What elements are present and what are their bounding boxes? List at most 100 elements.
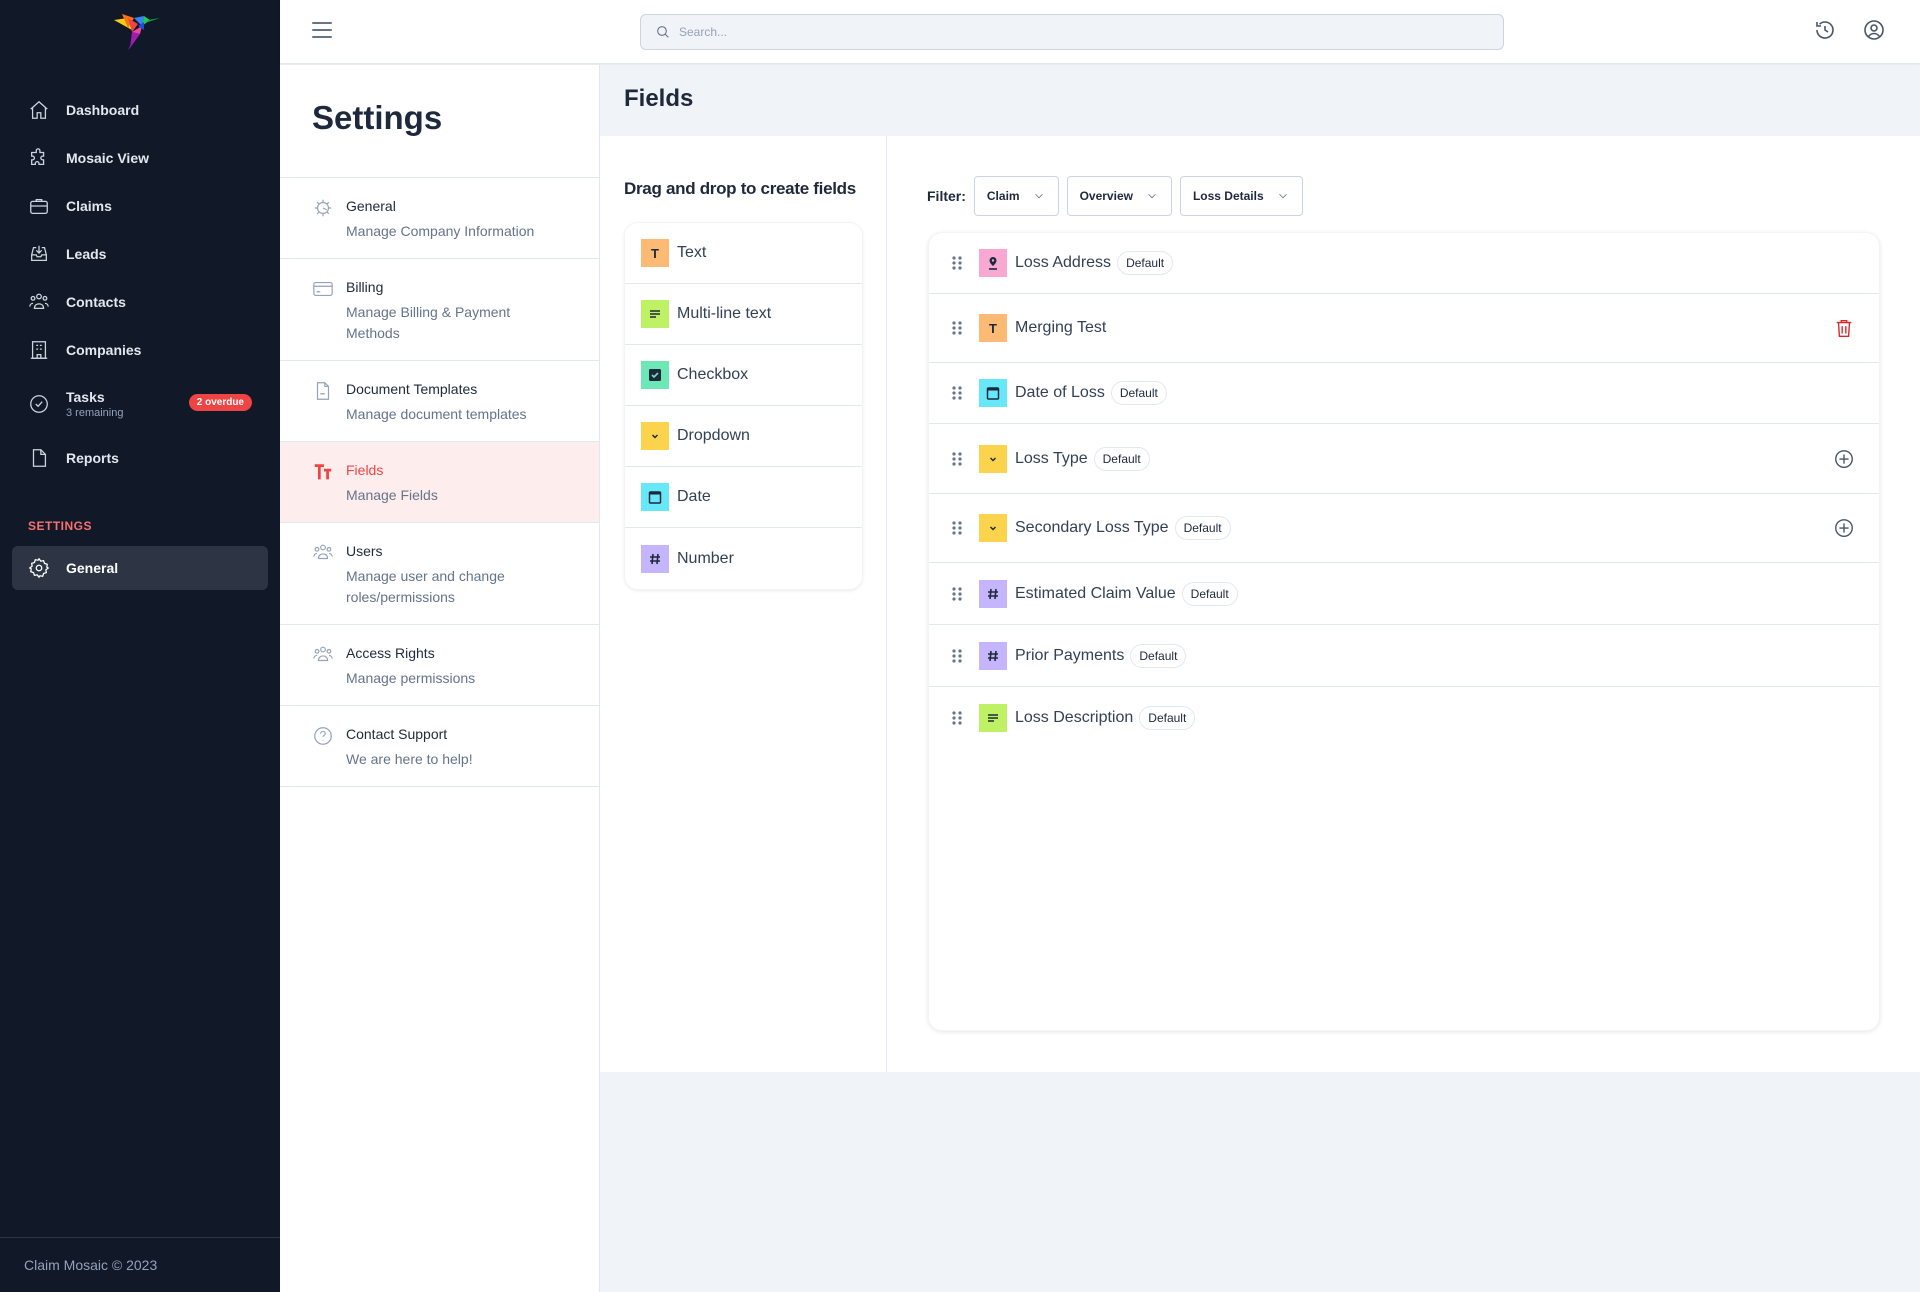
briefcase-icon [28, 195, 50, 217]
chevron-down-icon [641, 422, 669, 450]
nav-item-leads[interactable]: Leads [12, 230, 268, 278]
drag-handle-icon[interactable] [951, 255, 963, 271]
palette-title: Drag and drop to create fields [624, 179, 856, 198]
top-bar [280, 0, 1920, 64]
overdue-badge: 2 overdue [188, 394, 252, 411]
filter-value: Claim [986, 189, 1020, 203]
nav-label: Leads [66, 246, 107, 262]
field-row[interactable]: Secondary Loss Type Default [929, 494, 1879, 563]
field-row[interactable]: Date of Loss Default [929, 363, 1879, 424]
palette-item-label: Multi-line text [677, 305, 772, 322]
settings-item-billing[interactable]: Billing Manage Billing & Payment Methods [280, 259, 599, 361]
home-icon [28, 99, 50, 121]
trash-icon[interactable] [1833, 317, 1855, 339]
drag-handle-icon[interactable] [951, 385, 963, 401]
settings-item-fields[interactable]: Fields Manage Fields [280, 442, 599, 523]
nav-item-general[interactable]: General [12, 546, 268, 590]
drag-handle-icon[interactable] [951, 451, 963, 467]
calendar-icon [641, 483, 669, 511]
search-icon [657, 26, 669, 38]
drag-handle-icon[interactable] [951, 320, 963, 336]
search-input[interactable] [679, 25, 1443, 39]
settings-section-label: SETTINGS [28, 519, 93, 533]
gear-icon [28, 557, 50, 579]
field-name: Estimated Claim Value [1015, 584, 1176, 602]
chevron-down-icon [1148, 193, 1156, 199]
settings-item-title: Document Templates [346, 381, 478, 397]
history-icon[interactable] [1813, 18, 1837, 42]
field-row[interactable]: Loss Description Default [929, 687, 1879, 749]
hash-icon [979, 641, 1007, 670]
tasks-remaining: 3 remaining [66, 407, 124, 419]
palette-item-checkbox[interactable]: Checkbox [625, 345, 862, 406]
page-header: Fields [600, 65, 1920, 136]
settings-item-users[interactable]: Users Manage user and change roles/permis… [280, 523, 599, 625]
user-circle-icon[interactable] [1862, 18, 1886, 42]
settings-item-general[interactable]: General Manage Company Information [280, 178, 599, 259]
field-name: Loss Address [1015, 254, 1112, 271]
nav-label: Dashboard [66, 102, 140, 118]
palette-item-number[interactable]: Number [625, 528, 862, 589]
nav-item-reports[interactable]: Reports [12, 434, 268, 482]
nav-item-claims[interactable]: Claims [12, 182, 268, 230]
app-sidebar: Dashboard Mosaic View Claims Leads Conta… [0, 0, 280, 1292]
filter-dropdown-overview[interactable]: Overview [1066, 176, 1172, 216]
palette-item-label: Dropdown [677, 427, 750, 444]
users-icon [312, 542, 334, 564]
palette-list: T Text Multi-line text Checkbox Dropdown… [624, 222, 863, 590]
settings-item-document-templates[interactable]: Document Templates Manage document templa… [280, 361, 599, 442]
nav-label: Reports [66, 450, 119, 466]
drag-handle-icon[interactable] [951, 710, 963, 726]
field-row[interactable]: Loss Address Default [929, 233, 1879, 294]
settings-item-title: Users [346, 543, 383, 559]
nav-label: Claims [66, 198, 112, 214]
settings-item-access-rights[interactable]: Access Rights Manage permissions [280, 625, 599, 706]
nav-item-tasks[interactable]: Tasks 3 remaining 2 overdue [12, 374, 268, 434]
settings-item-title: General [346, 198, 396, 214]
field-row[interactable]: Loss Type Default [929, 424, 1879, 494]
text-type-icon: T [979, 314, 1007, 342]
hummingbird-logo-icon[interactable] [112, 8, 164, 52]
field-row[interactable]: Estimated Claim Value Default [929, 563, 1879, 625]
palette-item-date[interactable]: Date [625, 467, 862, 528]
default-badge: Default [1174, 516, 1231, 540]
palette-item-dropdown[interactable]: Dropdown [625, 406, 862, 467]
field-row[interactable]: Prior Payments Default [929, 625, 1879, 687]
filter-dropdown-claim[interactable]: Claim [973, 176, 1059, 216]
default-badge: Default [1181, 581, 1238, 606]
menu-icon[interactable] [312, 22, 332, 38]
field-row[interactable]: T Merging Test [929, 294, 1879, 363]
cog-icon [312, 197, 334, 219]
default-badge: Default [1117, 251, 1174, 275]
plus-circle-icon[interactable] [1833, 448, 1855, 470]
filter-value: Loss Details [1192, 189, 1264, 203]
settings-item-contact-support[interactable]: Contact Support We are here to help! [280, 706, 599, 787]
palette-item-label: Text [677, 244, 707, 261]
filter-label: Filter: [927, 188, 966, 204]
filter-dropdown-loss-details[interactable]: Loss Details [1179, 176, 1303, 216]
nav-item-contacts[interactable]: Contacts [12, 278, 268, 326]
calendar-icon [979, 379, 1007, 407]
field-name: Loss Description [1015, 709, 1134, 726]
search-box[interactable] [640, 14, 1504, 50]
drag-handle-icon[interactable] [951, 586, 963, 602]
location-pin-icon [979, 249, 1007, 277]
palette-item-multiline[interactable]: Multi-line text [625, 284, 862, 345]
palette-item-text[interactable]: T Text [625, 223, 862, 284]
fields-area: Filter: Claim Overview Loss Details Loss… [887, 136, 1920, 1072]
drag-handle-icon[interactable] [951, 648, 963, 664]
field-type-palette: Drag and drop to create fields T Text Mu… [600, 136, 887, 1072]
nav-item-mosaic-view[interactable]: Mosaic View [12, 134, 268, 182]
nav-item-dashboard[interactable]: Dashboard [12, 86, 268, 134]
puzzle-icon [28, 147, 50, 169]
settings-title: Settings [280, 65, 599, 178]
settings-item-title: Billing [346, 279, 384, 295]
nav-label: Mosaic View [66, 150, 150, 166]
checkbox-icon [641, 361, 669, 389]
drag-handle-icon[interactable] [951, 520, 963, 536]
nav-item-companies[interactable]: Companies [12, 326, 268, 374]
check-circle-icon [28, 393, 50, 415]
text-size-icon [312, 461, 334, 483]
plus-circle-icon[interactable] [1833, 517, 1855, 539]
field-name: Prior Payments [1015, 646, 1125, 664]
